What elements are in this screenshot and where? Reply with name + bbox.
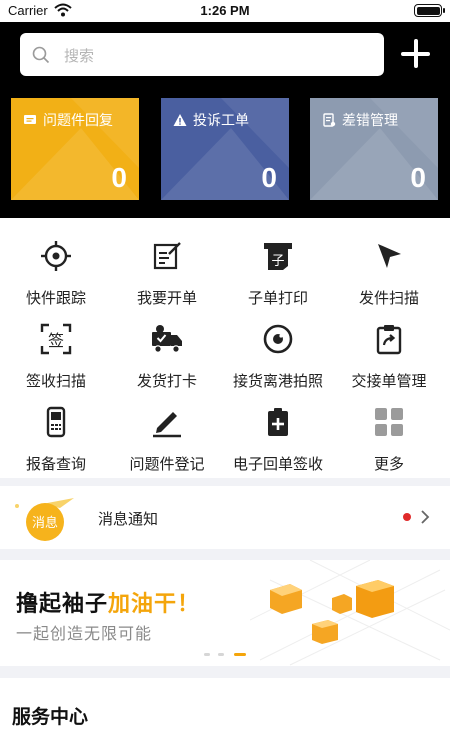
promo-banner[interactable]: 撸起袖子加油干！ 一起创造无限可能: [0, 560, 450, 666]
function-grid: 快件跟踪 我要开单 子 子单打印 发件扫描 签 签收扫描 发货打卡 接货离港拍照…: [0, 218, 450, 478]
menu-label: 报备查询: [25, 455, 86, 473]
card-problem-reply[interactable]: 问题件回复 0: [11, 98, 139, 200]
search-input[interactable]: 搜索: [64, 45, 94, 66]
menu-label: 我要开单: [136, 289, 197, 307]
menu-label: 子单打印: [247, 289, 308, 307]
card-count: 0: [410, 162, 426, 193]
banner-headline: 撸起袖子加油干！: [16, 586, 200, 618]
menu-item-problem-register[interactable]: 问题件登记: [111, 392, 223, 474]
target-icon: [41, 241, 71, 271]
scan-sign-icon: 签: [40, 323, 72, 355]
service-center-section: 服务中心: [0, 678, 450, 745]
menu-label: 发货打卡: [136, 372, 197, 390]
truck-icon: [152, 325, 182, 353]
section-title: 服务中心: [12, 706, 89, 728]
grid-icon: [375, 408, 403, 436]
card-error-mgmt[interactable]: 差错管理 0: [310, 98, 438, 200]
receipt-icon: [268, 408, 288, 436]
battery-icon: [414, 4, 445, 17]
pen-icon: [153, 412, 181, 438]
status-bar: Carrier 1:26 PM: [0, 0, 450, 22]
svg-text:子: 子: [271, 254, 284, 269]
warning-icon: [173, 114, 187, 126]
menu-label: 快件跟踪: [25, 289, 86, 307]
card-title: 问题件回复: [43, 113, 113, 129]
menu-label: 更多: [373, 455, 404, 473]
menu-label: 接货离港拍照: [232, 372, 323, 390]
clipboard-icon: [376, 325, 402, 355]
menu-label: 签收扫描: [25, 372, 86, 390]
edit-icon: [153, 242, 181, 270]
menu-label: 发件扫描: [358, 289, 419, 307]
handheld-icon: [46, 406, 66, 438]
message-icon: [24, 115, 36, 124]
menu-item-report-query[interactable]: 报备查询: [0, 392, 112, 474]
search-icon: [32, 46, 50, 64]
banner-headline-part: 撸起袖子: [16, 592, 109, 617]
camera-icon: [263, 324, 293, 354]
menu-label: 问题件登记: [129, 455, 205, 473]
menu-item-sign-scan[interactable]: 签 签收扫描: [0, 309, 112, 391]
chevron-right-icon: [421, 510, 430, 524]
carousel-indicator[interactable]: [204, 653, 248, 657]
menu-item-ship-checkin[interactable]: 发货打卡: [111, 309, 223, 391]
card-title: 投诉工单: [193, 113, 249, 129]
card-complaint[interactable]: 投诉工单 0: [161, 98, 289, 200]
clock: 1:26 PM: [200, 3, 250, 18]
add-icon[interactable]: [399, 37, 432, 70]
svg-text:签: 签: [48, 331, 64, 350]
menu-item-e-receipt[interactable]: 电子回单签收: [222, 392, 334, 474]
banner-subtitle: 一起创造无限可能: [16, 624, 153, 643]
menu-label: 交接单管理: [351, 372, 427, 390]
cubes-illustration: [250, 560, 450, 666]
document-icon: [323, 113, 336, 127]
banner-headline-highlight: 加油干！: [108, 592, 201, 617]
notification-label: 消息通知: [98, 510, 159, 528]
menu-item-departure-photo[interactable]: 接货离港拍照: [222, 309, 334, 391]
menu-item-sub-print[interactable]: 子 子单打印: [222, 226, 334, 308]
menu-label: 电子回单签收: [232, 455, 323, 473]
menu-item-handover[interactable]: 交接单管理: [333, 309, 445, 391]
unread-dot: [403, 513, 411, 521]
send-icon: [378, 244, 401, 268]
search-bar[interactable]: 搜索: [20, 33, 384, 76]
badge-text: 消息: [32, 515, 58, 531]
menu-item-more[interactable]: 更多: [333, 392, 445, 474]
menu-item-tracking[interactable]: 快件跟踪: [0, 226, 112, 308]
printer-icon: 子: [264, 243, 292, 270]
card-count: 0: [111, 162, 127, 193]
menu-item-send-scan[interactable]: 发件扫描: [333, 226, 445, 308]
message-badge-icon: 消息: [15, 498, 74, 541]
card-title: 差错管理: [342, 113, 398, 129]
header: 搜索 问题件回复 0 投诉工单 0 差错管理 0: [0, 22, 450, 218]
menu-item-create-order[interactable]: 我要开单: [111, 226, 223, 308]
card-count: 0: [261, 162, 277, 193]
notification-row[interactable]: 消息 消息通知: [0, 486, 450, 549]
